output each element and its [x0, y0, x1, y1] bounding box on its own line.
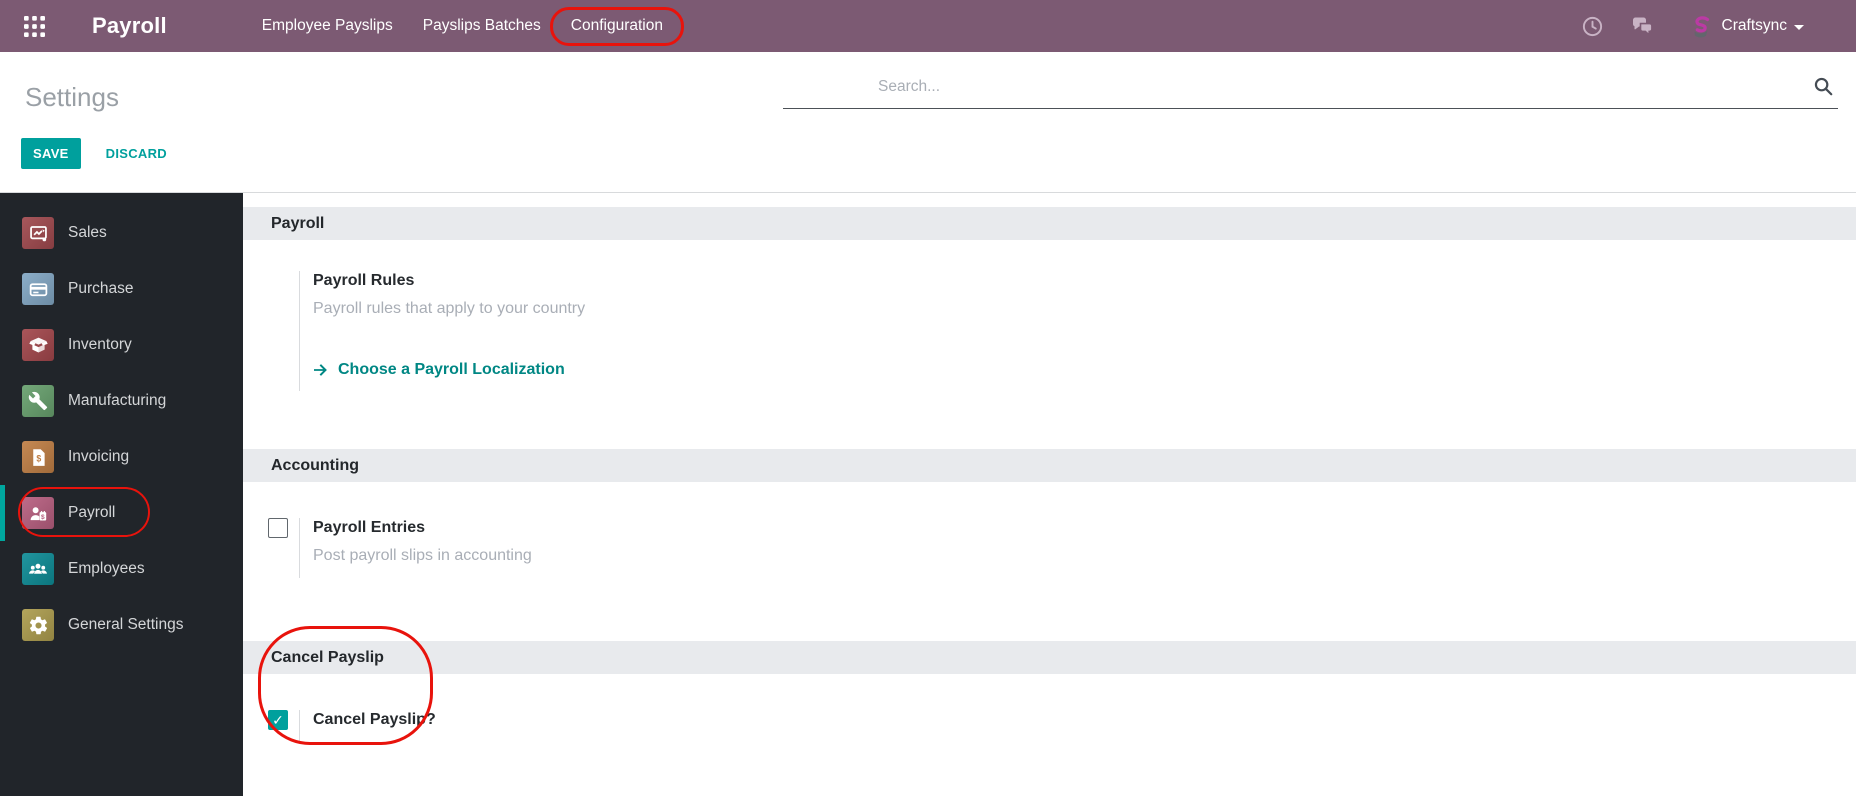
sidebar-item-purchase[interactable]: Purchase	[0, 261, 243, 317]
open-box-glyph	[28, 337, 48, 352]
link-label: Choose a Payroll Localization	[338, 361, 565, 378]
payroll-person-glyph: $	[30, 506, 46, 520]
sidebar-item-payroll[interactable]: $ Payroll	[0, 485, 243, 541]
manufacturing-app-icon	[22, 385, 54, 417]
sidebar-item-label: Inventory	[68, 336, 132, 353]
svg-text:$: $	[41, 513, 45, 520]
app-title: Payroll	[92, 13, 167, 38]
sales-chart-glyph	[29, 225, 47, 241]
setting-description: Post payroll slips in accounting	[313, 547, 532, 564]
apps-grid-icon[interactable]	[22, 14, 46, 38]
svg-text:$: $	[36, 453, 41, 463]
sidebar-item-manufacturing[interactable]: Manufacturing	[0, 373, 243, 429]
messages-chat-icon[interactable]	[1630, 13, 1656, 39]
setting-row-cancel-payslip: Cancel Payslip?	[268, 710, 1856, 742]
section-header-payroll: Payroll	[243, 207, 1856, 240]
sidebar-item-label: Invoicing	[68, 448, 130, 465]
search-input[interactable]	[783, 66, 1838, 108]
clock-glyph	[1582, 16, 1603, 36]
people-group-glyph	[29, 563, 47, 574]
settings-sidebar: Sales Purchase Inventory Manufacturing $…	[0, 193, 243, 796]
menu-employee-payslips[interactable]: Employee Payslips	[247, 0, 408, 52]
general-settings-app-icon	[22, 609, 54, 641]
sidebar-item-employees[interactable]: Employees	[0, 541, 243, 597]
setting-label: Payroll Entries	[313, 519, 426, 536]
chat-glyph	[1632, 17, 1653, 36]
checkbox-cell	[268, 518, 288, 578]
sidebar-item-label: General Settings	[68, 616, 184, 633]
menu-configuration[interactable]: Configuration	[549, 0, 684, 52]
checkbox-placeholder	[268, 271, 288, 391]
sidebar-item-label: Manufacturing	[68, 392, 167, 409]
invoicing-app-icon: $	[22, 441, 54, 473]
sidebar-item-label: Purchase	[68, 280, 134, 297]
company-avatar	[1688, 13, 1714, 39]
apps-grid-glyph	[23, 15, 45, 37]
nav-menu: Employee Payslips Payslips Batches Confi…	[247, 0, 684, 52]
search-bar	[783, 66, 1838, 109]
cp-buttons: SAVE DISCARD	[21, 138, 173, 169]
payroll-app-icon: $	[22, 497, 54, 529]
setting-row-body: Payroll Rules Payroll rules that apply t…	[299, 271, 585, 391]
checkbox-cell	[268, 710, 288, 742]
employees-app-icon	[22, 553, 54, 585]
sidebar-item-invoicing[interactable]: $ Invoicing	[0, 429, 243, 485]
menu-payslips-batches[interactable]: Payslips Batches	[408, 0, 556, 52]
magnifier-glyph	[1814, 77, 1833, 96]
sidebar-item-label: Sales	[68, 224, 107, 241]
invoice-document-glyph: $	[32, 448, 45, 466]
menu-configuration-label: Configuration	[570, 17, 663, 34]
setting-row-body: Payroll Entries Post payroll slips in ac…	[299, 518, 532, 578]
nav-right-cluster: Craftsync	[1580, 13, 1804, 39]
save-button[interactable]: SAVE	[21, 138, 81, 169]
discard-button[interactable]: DISCARD	[100, 138, 173, 169]
sales-app-icon	[22, 217, 54, 249]
control-panel: Settings SAVE DISCARD	[0, 52, 1856, 192]
search-icon[interactable]	[1812, 75, 1834, 97]
inventory-app-icon	[22, 329, 54, 361]
sidebar-item-general-settings[interactable]: General Settings	[0, 597, 243, 653]
arrow-right-icon	[313, 362, 329, 378]
gear-glyph	[29, 616, 47, 634]
choose-payroll-localization-link[interactable]: Choose a Payroll Localization	[313, 361, 585, 379]
section-header-cancel-payslip: Cancel Payslip	[243, 641, 1856, 674]
top-nav-bar: Payroll Employee Payslips Payslips Batch…	[0, 0, 1856, 52]
wrench-glyph	[28, 391, 48, 411]
page-title: Settings	[25, 82, 119, 112]
setting-row-payroll-rules: Payroll Rules Payroll rules that apply t…	[268, 271, 1856, 391]
user-menu[interactable]: Craftsync	[1688, 13, 1804, 39]
purchase-app-icon	[22, 273, 54, 305]
company-logo-s	[1694, 16, 1709, 38]
chevron-down-icon	[1794, 24, 1804, 30]
setting-label: Cancel Payslip?	[313, 711, 436, 728]
setting-row-payroll-entries: Payroll Entries Post payroll slips in ac…	[268, 518, 1856, 578]
credit-card-glyph	[29, 282, 47, 296]
cancel-payslip-checkbox[interactable]	[268, 710, 288, 730]
setting-description: Payroll rules that apply to your country	[313, 300, 586, 317]
user-name: Craftsync	[1721, 17, 1787, 34]
section-header-accounting: Accounting	[243, 449, 1856, 482]
settings-body: Sales Purchase Inventory Manufacturing $…	[0, 192, 1856, 796]
sidebar-item-inventory[interactable]: Inventory	[0, 317, 243, 373]
setting-label: Payroll Rules	[313, 272, 415, 289]
sidebar-item-label: Payroll	[68, 504, 116, 521]
activities-clock-icon[interactable]	[1580, 13, 1606, 39]
payroll-entries-checkbox[interactable]	[268, 518, 288, 538]
settings-content: Payroll Payroll Rules Payroll rules that…	[243, 193, 1856, 796]
sidebar-item-sales[interactable]: Sales	[0, 205, 243, 261]
sidebar-item-label: Employees	[68, 560, 145, 577]
setting-row-body: Cancel Payslip?	[299, 710, 436, 742]
